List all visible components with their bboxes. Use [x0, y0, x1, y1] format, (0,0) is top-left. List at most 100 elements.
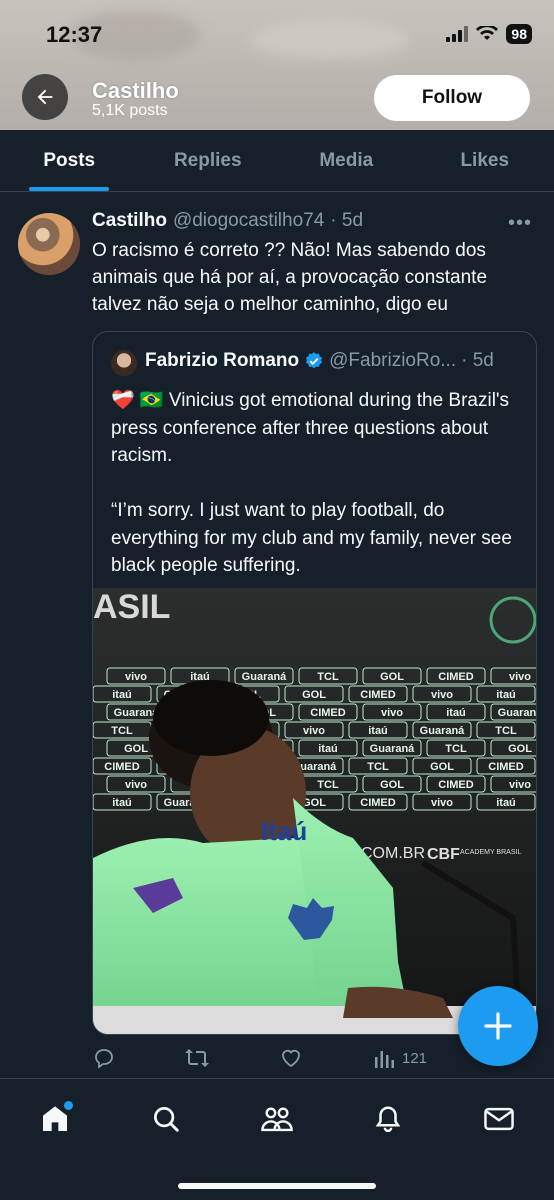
academy-text: ACADEMY BRASIL	[460, 849, 521, 856]
tweet-author-avatar[interactable]	[18, 213, 80, 275]
compose-button[interactable]	[458, 986, 538, 1066]
follow-button[interactable]: Follow	[374, 75, 530, 121]
search-icon	[154, 1107, 179, 1132]
bottom-navigation	[0, 1078, 554, 1200]
quoted-author-avatar	[111, 350, 137, 376]
sponsor-logo-text: CIMED	[104, 761, 140, 773]
views-count: 121	[402, 1049, 428, 1067]
tab-replies[interactable]: Replies	[139, 130, 278, 191]
sponsor-logo-text: GOL	[124, 743, 148, 755]
quoted-tweet-header: Fabrizio Romano @FabrizioRo... · 5d	[145, 350, 522, 372]
sponsor-logo-text: Guaraná	[498, 707, 537, 719]
wifi-icon	[476, 26, 499, 40]
sponsor-logo-text: itaú	[318, 743, 338, 755]
like-button[interactable]	[279, 1046, 374, 1070]
sponsor-logo-text: itaú	[112, 689, 132, 701]
status-icons: 98	[446, 24, 532, 44]
sponsor-logo-text: Guaraná	[114, 707, 160, 719]
verified-badge-icon	[306, 352, 323, 369]
sponsor-logo-text: GOL	[302, 689, 326, 701]
tweet-text: O racismo é correto ?? Não! Mas sabendo …	[92, 240, 488, 315]
tab-posts[interactable]: Posts	[0, 130, 139, 191]
cbf-text: CBF	[427, 846, 460, 863]
sponsor-logo-text: vivo	[431, 797, 453, 809]
sponsor-logo-text: GOL	[508, 743, 532, 755]
sponsor-logo-text: TCL	[317, 779, 339, 791]
sponsor-logo-text: Guaraná	[420, 725, 466, 737]
sponsor-logo-text: vivo	[431, 689, 453, 701]
profile-banner: 12:37 98 Castilho 5,1K posts Follow	[0, 0, 554, 130]
quoted-timestamp: · 5d	[461, 350, 494, 371]
retweet-icon	[185, 1049, 209, 1067]
sponsor-logo-text: CIMED	[310, 707, 346, 719]
sponsor-logo-text: GOL	[430, 761, 454, 773]
tweet-author-handle[interactable]: @diogocastilho74	[173, 210, 324, 232]
nav-communities[interactable]	[249, 1099, 305, 1139]
communities-icon	[261, 1107, 293, 1132]
sponsor-logo-text: CIMED	[360, 797, 396, 809]
like-icon	[282, 1049, 300, 1068]
sponsor-logo-text: CIMED	[488, 761, 524, 773]
profile-tabs: Posts Replies Media Likes	[0, 130, 554, 192]
sponsor-logo-text: TCL	[111, 725, 133, 737]
profile-name: Castilho	[92, 78, 179, 103]
more-options-icon[interactable]: •••	[508, 212, 532, 235]
status-time: 12:37	[46, 22, 103, 47]
sponsor-logo-text: vivo	[125, 779, 147, 791]
reply-icon	[95, 1049, 113, 1069]
banner-text: ASIL	[93, 588, 170, 626]
views-button[interactable]: 121	[374, 1047, 427, 1069]
quoted-media-image[interactable]: ASIL vivo itaú Guaraná TCL GOL CIMED vivo itaú G…	[93, 588, 537, 1034]
sponsor-logo-text: TCL	[495, 725, 517, 737]
quoted-author-handle: @FabrizioRo...	[329, 350, 457, 371]
sponsor-logo-text: TCL	[367, 761, 389, 773]
home-indicator	[178, 1183, 376, 1189]
tab-likes[interactable]: Likes	[416, 130, 554, 191]
views-icon	[375, 1051, 394, 1068]
press-conference-photo: ASIL vivo itaú Guaraná TCL GOL CIMED vivo itaú G…	[93, 588, 537, 1034]
sponsor-logo-text: vivo	[509, 671, 531, 683]
messages-icon	[483, 1107, 514, 1131]
sponsor-logo-text: itaú	[446, 707, 466, 719]
sponsor-logo-text: CIMED	[438, 671, 474, 683]
sponsor-logo-text: TCL	[317, 671, 339, 683]
sponsor-logo-text: CIMED	[360, 689, 396, 701]
sponsor-logo-text: GOL	[380, 671, 404, 683]
battery-level: 98	[506, 24, 532, 44]
nav-notifications[interactable]	[360, 1099, 416, 1139]
back-button[interactable]	[22, 74, 68, 120]
sponsor-logo-text: itaú	[112, 797, 132, 809]
quoted-tweet-text: ❤️‍🩹 🇧🇷 Vinicius got emotional during th…	[111, 390, 512, 576]
compose-icon	[484, 1012, 512, 1040]
tweet-header: Castilho @diogocastilho74 · 5d	[92, 210, 530, 232]
sponsor-logo-text: itaú	[368, 725, 388, 737]
notification-dot	[64, 1101, 74, 1110]
quoted-author-name: Fabrizio Romano	[145, 350, 300, 371]
sponsor-logo-text: itaú	[496, 689, 516, 701]
reply-button[interactable]	[92, 1046, 184, 1070]
sponsor-logo-text: CIMED	[438, 779, 474, 791]
sponsor-logo-text: Guaraná	[242, 671, 288, 683]
nav-messages[interactable]	[471, 1099, 527, 1139]
tweet-author-name[interactable]: Castilho	[92, 210, 167, 232]
sponsor-logo-text: vivo	[125, 671, 147, 683]
nav-home[interactable]	[27, 1099, 83, 1139]
sponsor-logo-text: vivo	[509, 779, 531, 791]
sponsor-logo-text: vivo	[381, 707, 403, 719]
signal-icon	[446, 26, 469, 42]
sponsor-logo-text: TCL	[445, 743, 467, 755]
tweet-timestamp[interactable]: · 5d	[330, 210, 363, 232]
sponsor-logo-text: Guaraná	[370, 743, 416, 755]
repost-button[interactable]	[184, 1046, 279, 1070]
tab-media[interactable]: Media	[277, 130, 416, 191]
banner-blur-shape	[250, 20, 410, 60]
profile-post-count: 5,1K posts	[92, 102, 168, 119]
back-arrow-icon	[37, 89, 53, 105]
nav-search[interactable]	[138, 1099, 194, 1139]
sponsor-logo-text: GOL	[380, 779, 404, 791]
sponsor-logo-text: itaú	[496, 797, 516, 809]
quoted-tweet[interactable]: Fabrizio Romano @FabrizioRo... · 5d ❤️‍🩹…	[92, 331, 537, 1035]
notifications-icon	[375, 1106, 401, 1133]
jersey-sponsor-text: Itaú	[261, 816, 307, 846]
sponsor-url-text: COM.BR	[361, 845, 425, 862]
